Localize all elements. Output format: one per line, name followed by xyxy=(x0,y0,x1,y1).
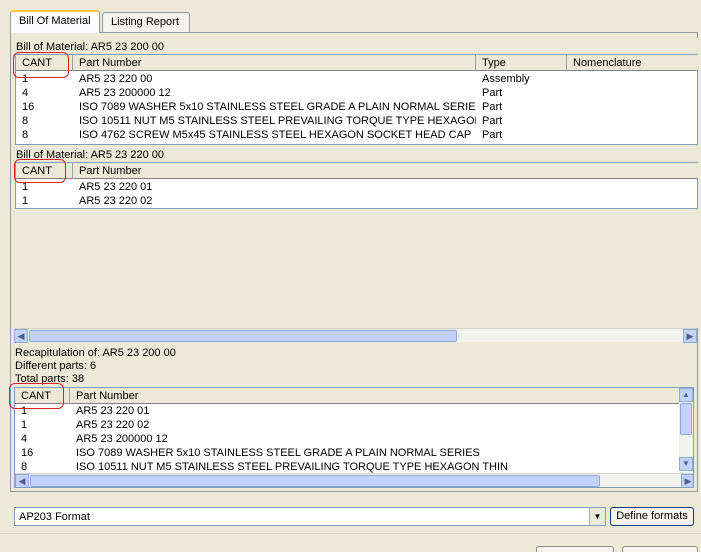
bom1-cell: 8 xyxy=(22,129,29,141)
bom2-cell: AR5 23 220 01 xyxy=(79,181,153,193)
table-row[interactable]: 4 AR5 23 200000 12 xyxy=(15,433,681,447)
table-row[interactable]: 8 ISO 4762 SCREW M5x45 STAINLESS STEEL HE… xyxy=(16,129,698,143)
recap-scroll-left-icon[interactable]: ◀ xyxy=(15,474,29,487)
scroll-left-icon[interactable]: ◀ xyxy=(14,329,28,343)
bom1-table: CANT Part Number Type Nomenclature 1 AR5 … xyxy=(15,54,698,145)
table-row[interactable]: 16 ISO 7089 WASHER 5x10 STAINLESS STEEL G… xyxy=(15,447,681,461)
bom1-header: CANT Part Number Type Nomenclature xyxy=(16,55,698,71)
bom2-cell: AR5 23 220 02 xyxy=(79,195,153,207)
recap-cell: AR5 23 220 02 xyxy=(76,419,150,431)
recap-vscroll-thumb[interactable] xyxy=(680,403,692,435)
define-formats-button[interactable]: Define formats xyxy=(610,507,694,526)
bom1-col-type[interactable]: Type xyxy=(476,55,567,71)
table-row[interactable]: 1 AR5 23 220 02 xyxy=(15,419,681,433)
bom1-cell: ISO 4762 SCREW M5x45 STAINLESS STEEL HEX… xyxy=(79,129,472,141)
bom-horizontal-scrollbar[interactable]: ◀ ▶ xyxy=(14,328,697,343)
recap-col-part-number[interactable]: Part Number xyxy=(70,388,681,404)
recap-cell: 1 xyxy=(21,405,28,417)
table-row[interactable]: 8 ISO 10511 NUT M5 STAINLESS STEEL PREVAI… xyxy=(16,115,698,129)
bom1-cell: 4 xyxy=(22,87,29,99)
tab-listing-report[interactable]: Listing Report xyxy=(102,12,190,32)
recap-different-parts: Different parts: 6 xyxy=(15,360,97,372)
bom2-cell: 1 xyxy=(22,181,29,193)
scroll-thumb[interactable] xyxy=(29,330,457,342)
bom1-cell: 16 xyxy=(22,101,35,113)
bom1-col-part-number[interactable]: Part Number xyxy=(73,55,476,71)
recap-cell: 4 xyxy=(21,433,28,445)
bom1-cell: ISO 10511 NUT M5 STAINLESS STEEL PREVAIL… xyxy=(79,115,476,127)
table-row[interactable]: 4 AR5 23 200000 12 Part xyxy=(16,87,698,101)
bom1-title: Bill of Material: AR5 23 200 00 xyxy=(16,41,164,53)
recap-header: CANT Part Number xyxy=(15,388,681,404)
ok-button[interactable] xyxy=(536,546,614,552)
bom2-title: Bill of Material: AR5 23 220 00 xyxy=(16,149,164,161)
table-row[interactable]: 16 ISO 7089 WASHER 5x10 STAINLESS STEEL G… xyxy=(16,101,698,115)
table-row[interactable]: 1 AR5 23 220 02 xyxy=(16,195,698,209)
recap-scroll-right-icon[interactable]: ▶ xyxy=(681,474,693,487)
recap-vertical-scrollbar[interactable]: ▲ ▼ xyxy=(679,388,693,471)
bom1-cell: Part xyxy=(482,87,503,99)
table-row[interactable]: 1 AR5 23 220 00 Assembly xyxy=(16,73,698,87)
bom1-cell: AR5 23 220 00 xyxy=(79,73,153,85)
recap-cell: AR5 23 200000 12 xyxy=(76,433,168,445)
bom1-cell xyxy=(567,87,698,101)
recap-col-cant[interactable]: CANT xyxy=(15,388,70,404)
bom1-cell: Part xyxy=(482,129,503,141)
recap-cell: ISO 7089 WASHER 5x10 STAINLESS STEEL GRA… xyxy=(76,447,480,459)
bom1-col-nomenclature[interactable]: Nomenclature xyxy=(567,55,698,71)
bom1-cell: Part xyxy=(482,101,503,113)
recap-table: CANT Part Number 1 AR5 23 220 01 1 AR5 23 2… xyxy=(14,387,694,488)
format-select[interactable]: AP203 Format ▼ xyxy=(14,507,606,526)
bom-scroll-area: Bill of Material: AR5 23 200 00 CANT Par… xyxy=(13,38,698,328)
scroll-right-icon[interactable]: ▶ xyxy=(683,329,697,343)
recap-total-parts: Total parts: 38 xyxy=(15,373,85,385)
recap-horizontal-scrollbar[interactable]: ◀ ▶ xyxy=(15,473,693,487)
bom2-cell: 1 xyxy=(22,195,29,207)
cancel-button[interactable] xyxy=(622,546,698,552)
bom1-cell xyxy=(567,129,698,143)
bom2-table: CANT Part Number 1 AR5 23 220 01 1 AR5 23 2… xyxy=(15,162,698,209)
bom1-cell: Assembly xyxy=(482,73,530,85)
chevron-down-icon[interactable]: ▼ xyxy=(589,508,605,525)
recap-cell: 16 xyxy=(21,447,34,459)
scroll-down-icon[interactable]: ▼ xyxy=(679,457,693,471)
bom2-col-part-number[interactable]: Part Number xyxy=(73,163,698,179)
bom1-cell: AR5 23 200000 12 xyxy=(79,87,171,99)
bom1-cell: 8 xyxy=(22,115,29,127)
recap-cell: AR5 23 220 01 xyxy=(76,405,150,417)
table-row[interactable]: 1 AR5 23 220 01 xyxy=(16,181,698,195)
bom1-cell: Part xyxy=(482,115,503,127)
tab-bill-of-material[interactable]: Bill Of Material xyxy=(10,10,100,33)
bom1-col-cant[interactable]: CANT xyxy=(16,55,73,71)
recap-cell: 1 xyxy=(21,419,28,431)
bom1-cell xyxy=(567,73,698,87)
format-select-value: AP203 Format xyxy=(19,511,90,523)
table-row[interactable]: 1 AR5 23 220 01 xyxy=(15,405,681,419)
recap-hscroll-thumb[interactable] xyxy=(30,475,600,487)
scroll-up-icon[interactable]: ▲ xyxy=(679,388,693,402)
bom1-cell xyxy=(567,101,698,115)
recap-title: Recapitulation of: AR5 23 200 00 xyxy=(15,347,176,359)
bom2-col-cant[interactable]: CANT xyxy=(16,163,73,179)
bom1-cell: ISO 7089 WASHER 5x10 STAINLESS STEEL GRA… xyxy=(79,101,476,113)
bom2-header: CANT Part Number xyxy=(16,163,698,179)
bom1-cell xyxy=(567,115,698,129)
bom1-cell: 1 xyxy=(22,73,29,85)
